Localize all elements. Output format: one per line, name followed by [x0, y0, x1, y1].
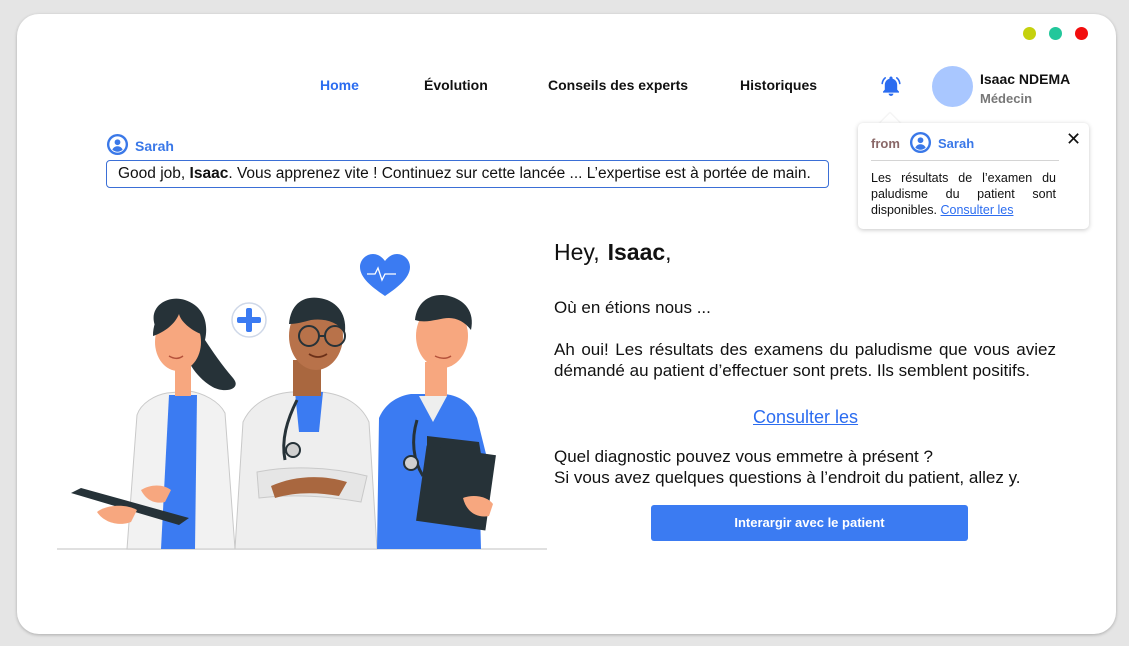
close-icon[interactable]: ✕: [1066, 130, 1081, 148]
interact-patient-button[interactable]: Interargir avec le patient: [651, 505, 968, 541]
nav-evolution[interactable]: Évolution: [424, 77, 488, 93]
greeting-prefix: Hey,: [554, 239, 600, 265]
message-sender: Sarah: [135, 138, 174, 154]
notification-sender: Sarah: [938, 136, 975, 151]
nav-conseils-experts[interactable]: Conseils des experts: [548, 77, 688, 93]
message-suffix: . Vous apprenez vite ! Continuez sur cet…: [228, 165, 811, 182]
user-circle-icon: [909, 131, 932, 154]
user-role: Médecin: [980, 91, 1033, 106]
consult-results-link[interactable]: Consulter les: [753, 407, 858, 428]
nav-historiques[interactable]: Historiques: [740, 77, 817, 93]
avatar[interactable]: [932, 66, 973, 107]
notification-divider: [871, 160, 1059, 161]
notification-consult-link[interactable]: Consulter les: [941, 203, 1014, 217]
greeting-name: Isaac: [607, 239, 666, 265]
window-close-dot[interactable]: [1075, 27, 1088, 40]
message-prefix: Good job,: [118, 165, 190, 182]
plus-icon: [231, 302, 267, 338]
bell-icon[interactable]: [879, 74, 903, 98]
nav-home[interactable]: Home: [320, 77, 359, 93]
heart-icon: [360, 254, 410, 296]
diagnosis-question: Quel diagnostic pouvez vous emmetre à pr…: [554, 447, 933, 466]
notification-popup: from Sarah ✕ Les résultats de l’examen d…: [858, 123, 1089, 229]
doctors-illustration: [57, 254, 547, 550]
window-minimize-dot[interactable]: [1023, 27, 1036, 40]
results-paragraph: Ah oui! Les résultats des examens du pal…: [554, 340, 1056, 380]
message-box: Good job, Isaac. Vous apprenez vite ! Co…: [106, 160, 829, 188]
notification-from-label: from: [871, 136, 900, 151]
diagnosis-paragraph: Quel diagnostic pouvez vous emmetre à pr…: [554, 446, 1074, 488]
intro-line: Où en étions nous ...: [554, 298, 711, 317]
window-maximize-dot[interactable]: [1049, 27, 1062, 40]
message-name: Isaac: [189, 165, 229, 182]
greeting: Hey, Isaac,: [554, 239, 672, 266]
user-circle-icon: [106, 133, 129, 156]
notification-message: Les résultats de l’examen du paludisme d…: [871, 170, 1056, 218]
patient-question-hint: Si vous avez quelques questions à l’endr…: [554, 468, 1021, 487]
greeting-end: ,: [665, 239, 672, 265]
user-name: Isaac NDEMA: [980, 71, 1071, 87]
